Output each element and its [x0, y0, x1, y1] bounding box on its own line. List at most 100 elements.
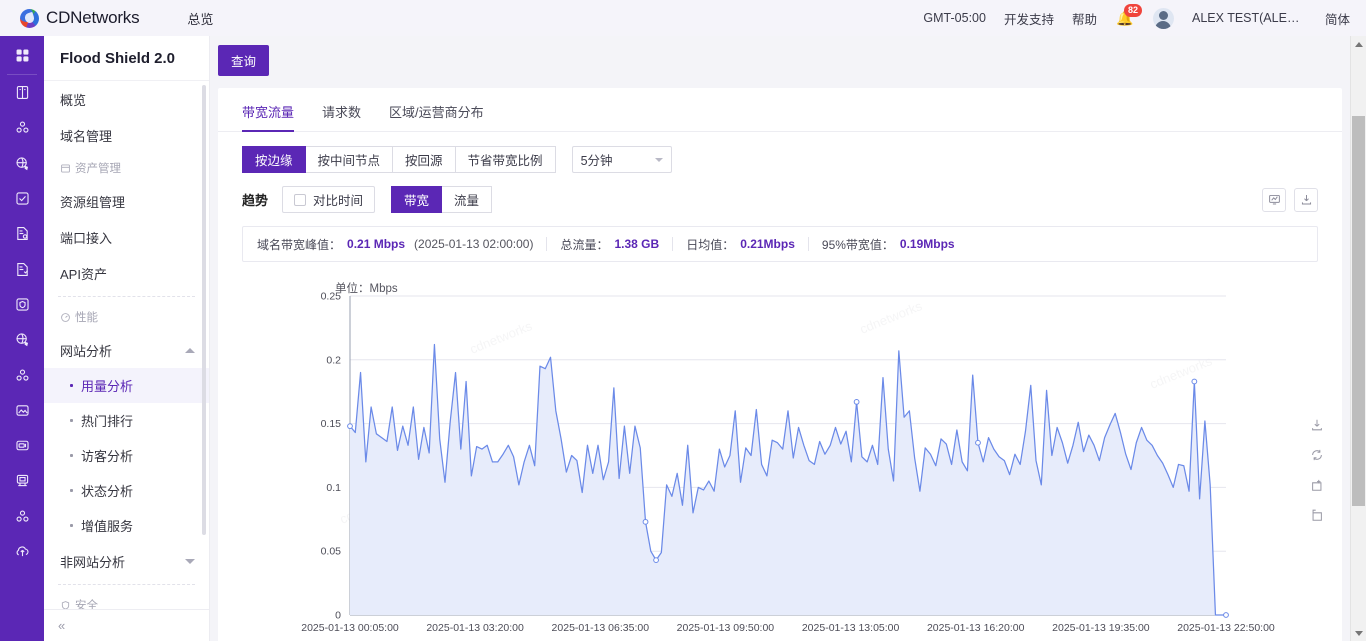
tab-region-isp-distribution[interactable]: 区域/运营商分布 — [389, 94, 484, 132]
segment-bandwidth[interactable]: 带宽 — [391, 186, 443, 213]
help-link[interactable]: 帮助 — [1072, 9, 1097, 28]
total-traffic-label: 总流量： — [560, 237, 609, 252]
peak-bandwidth-value: 0.21 Mbps — [347, 237, 406, 251]
sidebar-subitem-top-ranking[interactable]: 热门排行 — [44, 403, 209, 438]
sidebar-group-label: 资产管理 — [75, 163, 121, 175]
sidebar-scrollbar[interactable] — [202, 85, 206, 535]
svg-text:0: 0 — [335, 610, 341, 621]
page-scrollbar[interactable] — [1350, 36, 1366, 641]
export-button[interactable] — [1294, 187, 1318, 212]
server-monitor-icon — [16, 475, 28, 487]
svg-text:0.25: 0.25 — [321, 291, 342, 303]
refresh-icon[interactable] — [1310, 448, 1324, 462]
daily-average-label: 日均值： — [686, 237, 735, 252]
chart-canvas[interactable]: 0 0.05 0.1 0.15 0.2 0.25 — [218, 270, 1342, 620]
rail-item-book[interactable] — [0, 75, 44, 110]
sidebar-item-non-website-analytics[interactable]: 非网站分析 — [44, 543, 209, 579]
rail-item-cluster-alt[interactable] — [0, 499, 44, 534]
sidebar-scroll-area: 概览 域名管理 资产管理 资源组管理 端口接入 API资产 性能 网站分析 用量… — [44, 81, 209, 609]
segment-traffic[interactable]: 流量 — [441, 186, 493, 213]
sidebar-item-resource-group[interactable]: 资源组管理 — [44, 183, 209, 219]
rail-item-media-card[interactable] — [0, 428, 44, 463]
scroll-down-arrow[interactable] — [1351, 625, 1366, 641]
cloud-upload-icon — [16, 546, 28, 557]
x-axis-tick-label: 2025-01-13 13:05:00 — [801, 622, 900, 634]
timezone-label[interactable]: GMT-05:00 — [923, 11, 986, 25]
rail-item-cluster[interactable] — [0, 110, 44, 145]
rail-item-grid-apps[interactable] — [0, 36, 44, 74]
sidebar-item-overview[interactable]: 概览 — [44, 81, 209, 117]
brand[interactable]: CDNetworks — [20, 8, 140, 28]
download-icon[interactable] — [1310, 418, 1324, 432]
sidebar-parent-label: 非网站分析 — [60, 554, 126, 570]
sidebar-subitem-value-added-services[interactable]: 增值服务 — [44, 508, 209, 543]
sidebar-subitem-status-analysis[interactable]: 状态分析 — [44, 473, 209, 508]
user-menu[interactable]: ALEX TEST(ALEX T... — [1192, 11, 1307, 25]
rail-item-shield[interactable] — [0, 287, 44, 322]
document-cert-icon — [16, 262, 28, 276]
restore-icon[interactable] — [1310, 508, 1324, 522]
rail-item-checkbox-doc[interactable] — [0, 181, 44, 216]
segment-bandwidth-saving-ratio[interactable]: 节省带宽比例 — [454, 146, 556, 173]
sidebar-subitem-visitor-analysis[interactable]: 访客分析 — [44, 438, 209, 473]
chart-view-button[interactable] — [1262, 187, 1286, 212]
interval-select-value: 5分钟 — [580, 154, 613, 168]
query-toolbar: 查询 — [210, 36, 1350, 76]
segment-by-origin[interactable]: 按回源 — [392, 146, 456, 173]
rail-item-globe-analytics[interactable] — [0, 322, 44, 357]
sidebar-collapse-button[interactable]: « — [44, 609, 209, 641]
sidebar-item-website-analytics[interactable]: 网站分析 — [44, 332, 209, 368]
rail-item-cluster-nodes[interactable] — [0, 357, 44, 392]
sidebar-item-port-access[interactable]: 端口接入 — [44, 219, 209, 255]
rail-item-server-monitor[interactable] — [0, 463, 44, 498]
trend-controls: 趋势 对比时间 带宽 流量 — [218, 173, 1342, 213]
rail-item-globe-shield[interactable] — [0, 146, 44, 181]
query-button[interactable]: 查询 — [218, 45, 270, 76]
rail-item-document-cert[interactable] — [0, 251, 44, 286]
zoom-area-icon[interactable] — [1310, 478, 1324, 492]
total-traffic-value: 1.38 GB — [614, 237, 660, 251]
book-icon — [16, 86, 28, 100]
checkbox-doc-icon — [15, 192, 29, 205]
bullet-icon — [70, 524, 73, 527]
sidebar-item-domain-management[interactable]: 域名管理 — [44, 117, 209, 153]
rail-item-image-cloud[interactable] — [0, 393, 44, 428]
interval-select[interactable]: 5分钟 — [571, 146, 672, 173]
sidebar-subitem-usage-analysis[interactable]: 用量分析 — [44, 368, 209, 403]
tab-bandwidth-traffic[interactable]: 带宽流量 — [242, 94, 295, 132]
summary-divider — [807, 237, 809, 251]
panel-icon-buttons — [1262, 187, 1318, 212]
rail-item-document-eye[interactable] — [0, 216, 44, 251]
panel-tabs: 带宽流量 请求数 区域/运营商分布 — [218, 94, 1342, 132]
segment-by-edge[interactable]: 按边缘 — [242, 146, 306, 173]
bullet-icon — [70, 489, 73, 492]
main-content: 查询 带宽流量 请求数 区域/运营商分布 按边缘 按中间节点 按回源 节省带宽比… — [210, 36, 1350, 641]
avatar[interactable] — [1152, 7, 1174, 29]
nav-overview[interactable]: 总览 — [187, 9, 213, 28]
language-switcher[interactable]: 简体 — [1325, 9, 1350, 28]
lock-shield-icon — [61, 600, 70, 609]
x-axis-tick-label: 2025-01-13 22:50:00 — [1177, 622, 1275, 634]
segment-by-midnode[interactable]: 按中间节点 — [304, 146, 394, 173]
shield-icon — [15, 298, 29, 311]
peak-bandwidth-time: (2025-01-13 02:00:00) — [414, 237, 534, 251]
summary-divider — [672, 237, 674, 251]
cdnetworks-logo-icon — [20, 8, 39, 28]
page-scrollbar-thumb[interactable] — [1352, 116, 1365, 506]
bandwidth-chart: 单位：Mbps cdnetworks cdnetworks cdnetworks… — [218, 270, 1342, 641]
compare-time-checkbox[interactable]: 对比时间 — [282, 186, 376, 213]
sidebar-divider — [58, 584, 195, 585]
notifications-button[interactable]: 🔔 82 — [1115, 4, 1142, 28]
bullet-icon — [70, 454, 73, 457]
download-icon — [1301, 195, 1311, 205]
sidebar-item-api-assets[interactable]: API资产 — [44, 255, 209, 291]
tab-request-count[interactable]: 请求数 — [322, 94, 361, 132]
globe-shield-icon — [15, 157, 28, 171]
sidebar-title: Flood Shield 2.0 — [44, 36, 209, 81]
scroll-up-arrow[interactable] — [1351, 36, 1366, 52]
rail-item-cloud-upload[interactable] — [0, 534, 44, 569]
peak-bandwidth-label: 域名带宽峰值： — [257, 237, 342, 252]
dev-support-link[interactable]: 开发支持 — [1004, 9, 1054, 28]
cluster-alt-icon — [16, 510, 28, 522]
compare-time-label: 对比时间 — [313, 194, 364, 208]
